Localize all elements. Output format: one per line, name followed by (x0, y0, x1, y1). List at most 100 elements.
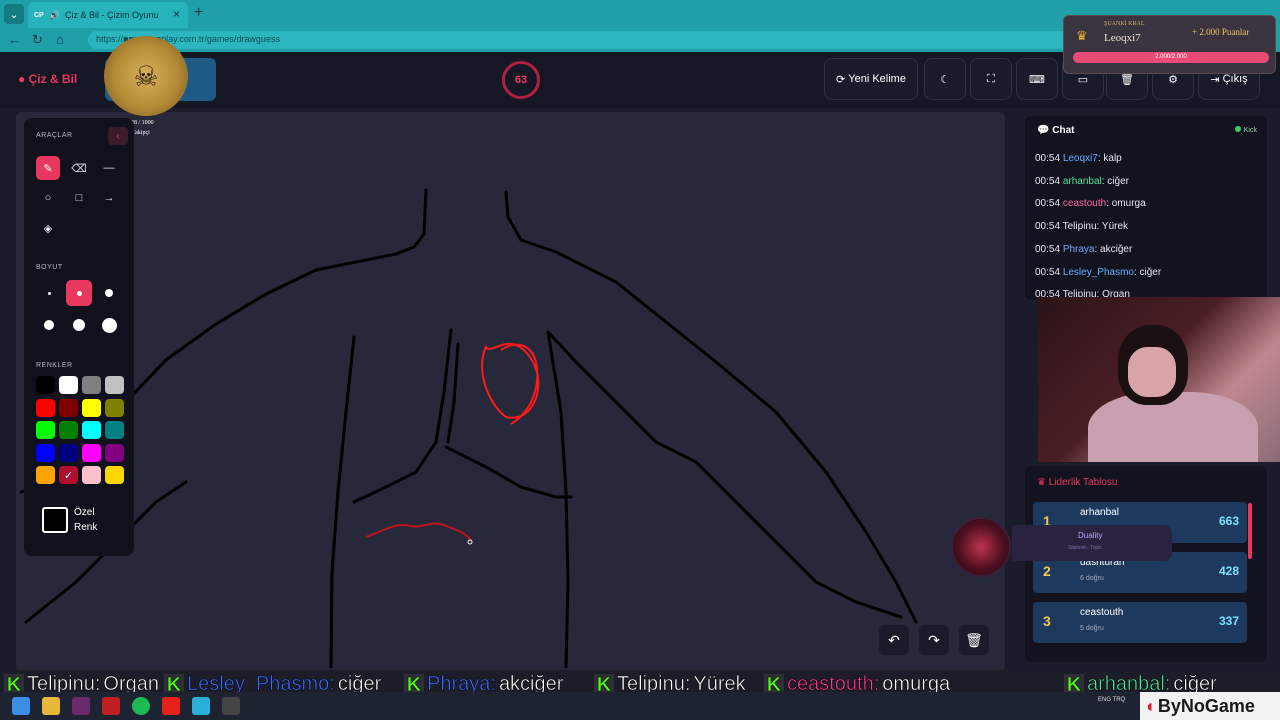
app-icon[interactable] (72, 697, 90, 715)
custom-color-swatch[interactable] (42, 507, 68, 533)
circle-icon: ○ (44, 192, 52, 204)
size-5-button[interactable] (66, 312, 92, 338)
message-user[interactable]: ceastouth (1063, 198, 1106, 209)
color-swatch[interactable] (59, 421, 78, 439)
color-swatch[interactable] (36, 443, 55, 462)
language-indicator[interactable]: ENG TRQ (1098, 696, 1138, 705)
color-swatch[interactable] (82, 466, 101, 484)
color-swatch[interactable] (59, 376, 78, 394)
chat-message: 00:54 Lesley_Phasmo: ciğer (1035, 262, 1161, 285)
color-swatch[interactable] (105, 466, 124, 484)
app-logo[interactable]: ● Çiz & Bil (18, 72, 77, 86)
circle-tool[interactable]: ○ (36, 186, 60, 210)
color-swatch[interactable] (105, 398, 124, 417)
color-swatch[interactable] (36, 398, 55, 417)
color-swatch[interactable] (105, 421, 124, 439)
drawing-canvas[interactable] (16, 112, 1005, 672)
chat-message: 00:54 Leoqxi7: kalp (1035, 148, 1161, 171)
new-tab-icon[interactable]: + (194, 4, 203, 22)
size-6-button[interactable] (96, 312, 122, 338)
redo-button[interactable]: ↷ (919, 625, 949, 655)
color-swatch[interactable] (59, 398, 78, 417)
brand-text: ByNoGame (1157, 695, 1255, 716)
file-explorer-icon[interactable] (42, 697, 60, 715)
favicon-icon: CP (34, 11, 44, 19)
rank-number: 2 (1043, 563, 1051, 579)
collapse-panel-button[interactable]: ‹ (108, 127, 128, 145)
checkmark-icon: ✓ (63, 469, 74, 482)
custom-color-line2: Renk (74, 522, 98, 533)
fullscreen-button[interactable]: ⛶ (970, 58, 1012, 100)
chat-message: 00:54 ceastouth: omurga (1035, 193, 1161, 216)
message-user[interactable]: Phraya (1063, 244, 1095, 255)
size-1-button[interactable] (36, 280, 62, 306)
home-icon[interactable]: ⌂ (56, 32, 64, 47)
windows-start-icon[interactable] (12, 697, 30, 715)
fill-tool[interactable]: ◈ (36, 216, 60, 240)
player-score: 663 (1218, 514, 1239, 528)
browser-tab[interactable]: CP 🔊 Çiz & Bil - Çizim Oyunu × (28, 2, 188, 28)
message-time: 00:54 (1035, 221, 1063, 233)
url-bar[interactable]: https://■■■■■■■play.com.tr/games/drawgue… (88, 31, 1088, 49)
message-text: : akciğer (1094, 243, 1133, 255)
line-tool[interactable]: — (97, 156, 121, 180)
speaker-icon[interactable]: 🔊 (49, 10, 60, 21)
player-name: ceastouth (1080, 607, 1124, 618)
tools-panel: ARAÇLAR ‹ ✎ ⌫ — ○ □ → ◈ BOYUT RENKLER ✓ … (24, 118, 134, 556)
chat-message: 00:54 arhanbal: ciğer (1035, 171, 1161, 194)
color-swatch[interactable] (105, 443, 124, 462)
close-tab-icon[interactable]: × (173, 7, 180, 21)
color-swatch[interactable] (82, 376, 101, 394)
new-word-button[interactable]: ⟳ Yeni Kelime (824, 58, 918, 100)
brush-tool[interactable]: ✎ (36, 156, 60, 180)
color-swatch[interactable] (59, 443, 78, 462)
color-swatch[interactable]: ✓ (59, 466, 78, 484)
message-user[interactable]: Lesley_Phasmo (1063, 267, 1134, 278)
size-2-button[interactable] (66, 280, 92, 306)
color-swatch[interactable] (36, 466, 55, 484)
rectangle-tool[interactable]: □ (67, 186, 91, 210)
color-swatch[interactable] (105, 376, 124, 394)
clear-canvas-button[interactable]: 🗑 (959, 625, 989, 655)
webcam-body (1088, 392, 1258, 462)
youtube-icon[interactable] (162, 697, 180, 715)
message-text: : ciğer (1101, 175, 1129, 187)
brand-icon: ◖ (1144, 695, 1155, 716)
track-artist: Slipknot - Topic (1068, 545, 1102, 551)
arrow-tool[interactable]: → (97, 186, 121, 210)
chat-bubbles-icon: 💬 (1037, 125, 1050, 136)
message-text: : kalp (1097, 153, 1122, 164)
message-text: : omurga (1106, 198, 1146, 210)
king-label: ŞUANKİ KRAL (1104, 21, 1145, 27)
app-icon[interactable] (222, 697, 240, 715)
color-swatch[interactable] (36, 421, 55, 439)
app-icon[interactable] (102, 697, 120, 715)
kick-status: Kick (1234, 126, 1257, 134)
dark-mode-button[interactable]: ☾ (924, 58, 966, 100)
color-swatch[interactable] (36, 376, 55, 394)
message-text: : ciğer (1133, 266, 1162, 278)
spotify-icon[interactable] (132, 697, 150, 715)
keyboard-button[interactable]: ⌨ (1016, 58, 1058, 100)
message-user[interactable]: Telipinu (1063, 221, 1097, 232)
album-art (951, 517, 1011, 577)
chevron-left-icon: ‹ (116, 130, 120, 142)
exit-icon: ⇥ (1210, 73, 1220, 86)
message-user[interactable]: Leoqxi7 (1063, 153, 1098, 164)
message-user[interactable]: arhanbal (1063, 176, 1102, 187)
back-icon[interactable]: ← (8, 32, 21, 47)
size-3-button[interactable] (96, 280, 122, 306)
king-name: Leoqxi7 (1104, 32, 1141, 44)
size-4-button[interactable] (36, 312, 62, 338)
color-swatch[interactable] (82, 443, 101, 462)
tab-list-icon[interactable]: ⌄ (4, 4, 24, 24)
browser-icon[interactable] (192, 697, 210, 715)
color-swatch[interactable] (82, 421, 101, 439)
chat-panel: 💬 Chat Kick 00:54 Leoqxi7: kalp 00:54 arh… (1025, 116, 1267, 300)
color-swatch[interactable] (82, 398, 101, 417)
eraser-tool[interactable]: ⌫ (67, 156, 91, 180)
square-icon: □ (75, 192, 83, 204)
scrollbar[interactable] (1248, 503, 1252, 559)
undo-button[interactable]: ↶ (879, 625, 909, 655)
reload-icon[interactable]: ↻ (32, 32, 43, 48)
